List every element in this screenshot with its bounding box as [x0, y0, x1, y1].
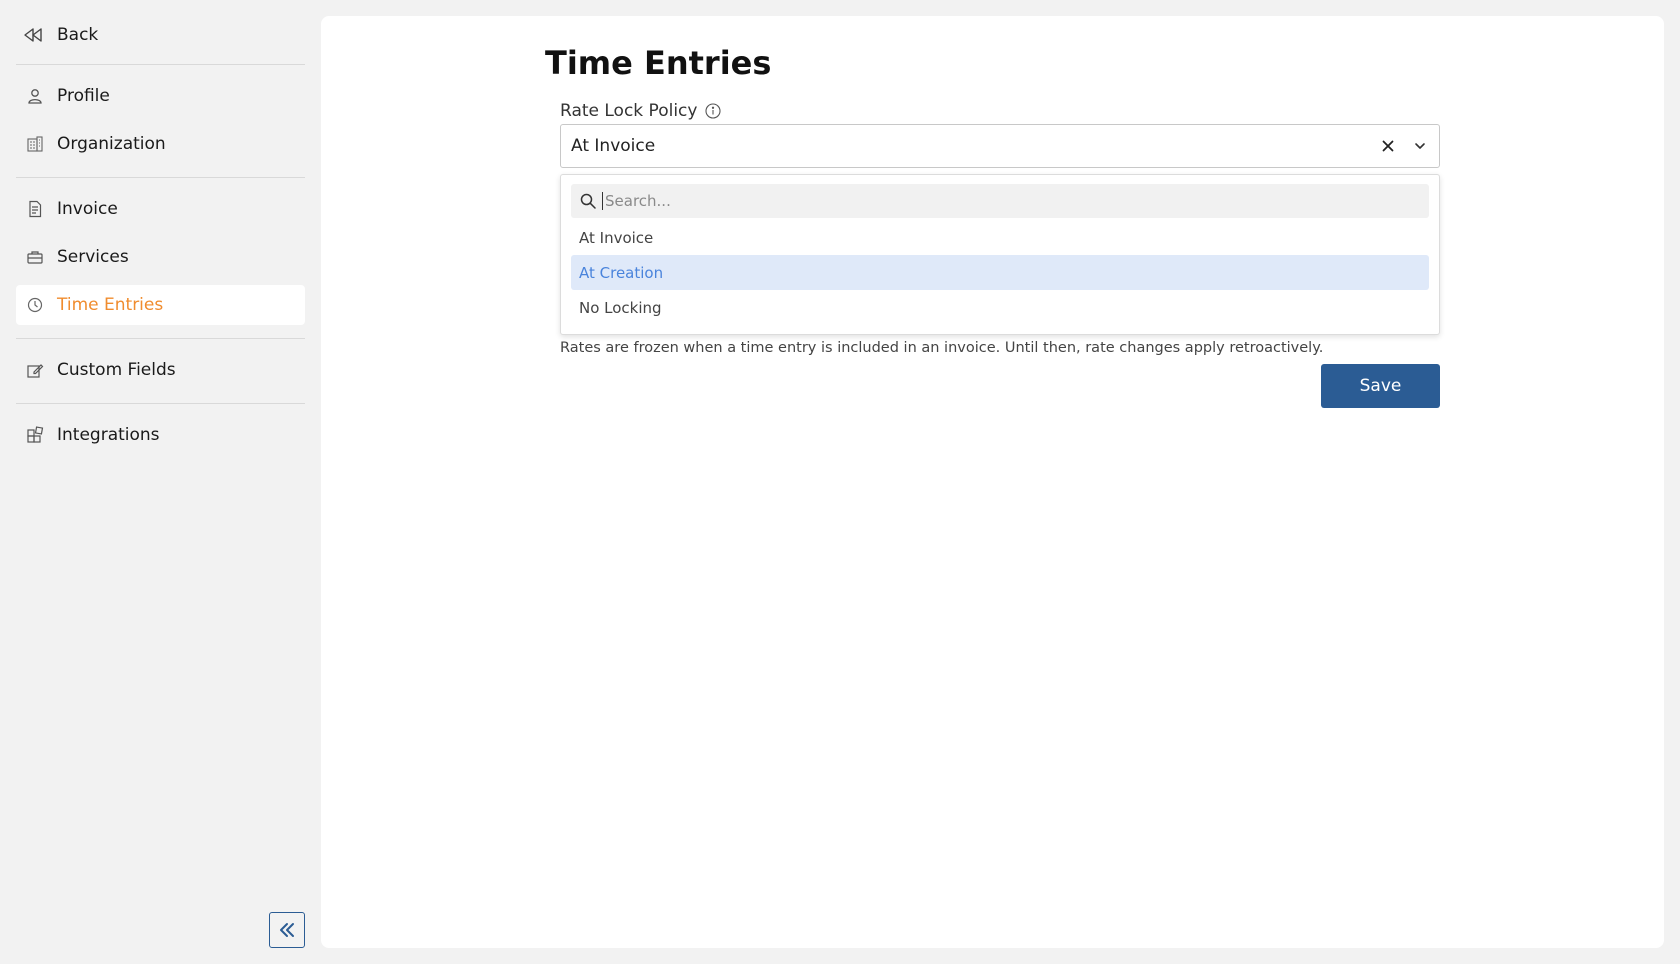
sidebar-item-custom-fields[interactable]: Custom Fields: [16, 350, 305, 390]
option-no-locking[interactable]: No Locking: [571, 290, 1429, 325]
search-input[interactable]: [602, 192, 1402, 210]
sidebar-item-label: Time Entries: [57, 295, 164, 315]
sidebar-item-label: Profile: [57, 86, 110, 106]
rewind-back-icon: [22, 24, 44, 46]
dropdown-search: [571, 184, 1429, 218]
divider: [16, 64, 305, 65]
divider: [16, 338, 305, 339]
edit-field-icon: [26, 361, 44, 379]
toolbox-icon: [26, 248, 44, 266]
sidebar-item-time-entries[interactable]: Time Entries: [16, 285, 305, 325]
option-label: At Invoice: [579, 228, 654, 247]
user-icon: [26, 87, 44, 105]
sidebar-item-label: Integrations: [57, 425, 160, 445]
save-button[interactable]: Save: [1321, 364, 1440, 408]
puzzle-icon: [26, 426, 44, 444]
info-icon[interactable]: [705, 103, 722, 119]
selected-value: At Invoice: [571, 136, 656, 156]
main-panel: Time Entries Rate Lock Policy At Invoice…: [321, 16, 1664, 948]
sidebar-item-label: Custom Fields: [57, 360, 176, 380]
back-label: Back: [57, 25, 99, 45]
double-chevron-left-icon: [277, 920, 297, 940]
sidebar-item-invoice[interactable]: Invoice: [16, 189, 305, 229]
building-icon: [26, 135, 44, 153]
field-label-text: Rate Lock Policy: [560, 101, 698, 121]
search-icon: [580, 193, 596, 209]
option-label: At Creation: [579, 263, 664, 282]
sidebar-item-integrations[interactable]: Integrations: [16, 415, 305, 455]
sidebar-item-label: Organization: [57, 134, 166, 154]
sidebar-item-services[interactable]: Services: [16, 237, 305, 277]
clock-icon: [26, 296, 44, 314]
chevron-down-icon[interactable]: [1411, 137, 1429, 155]
sidebar-item-profile[interactable]: Profile: [16, 76, 305, 116]
rate-lock-policy-select[interactable]: At Invoice: [560, 124, 1440, 168]
document-icon: [26, 200, 44, 218]
back-button[interactable]: Back: [16, 16, 305, 54]
help-text: Rates are frozen when a time entry is in…: [560, 340, 1324, 356]
option-at-invoice[interactable]: At Invoice: [571, 220, 1429, 255]
option-at-creation[interactable]: At Creation: [571, 255, 1429, 290]
sidebar-item-organization[interactable]: Organization: [16, 124, 305, 164]
sidebar-item-label: Invoice: [57, 199, 118, 219]
sidebar-item-label: Services: [57, 247, 129, 267]
close-icon[interactable]: [1379, 137, 1397, 155]
rate-lock-policy-label: Rate Lock Policy: [560, 101, 722, 121]
option-label: No Locking: [579, 298, 662, 317]
select-dropdown-menu: At Invoice At Creation No Locking: [560, 174, 1440, 335]
sidebar: Back Profile Organization Invoice Servic…: [0, 0, 320, 964]
divider: [16, 403, 305, 404]
page-title: Time Entries: [545, 44, 772, 82]
divider: [16, 177, 305, 178]
collapse-sidebar-button[interactable]: [269, 912, 305, 948]
